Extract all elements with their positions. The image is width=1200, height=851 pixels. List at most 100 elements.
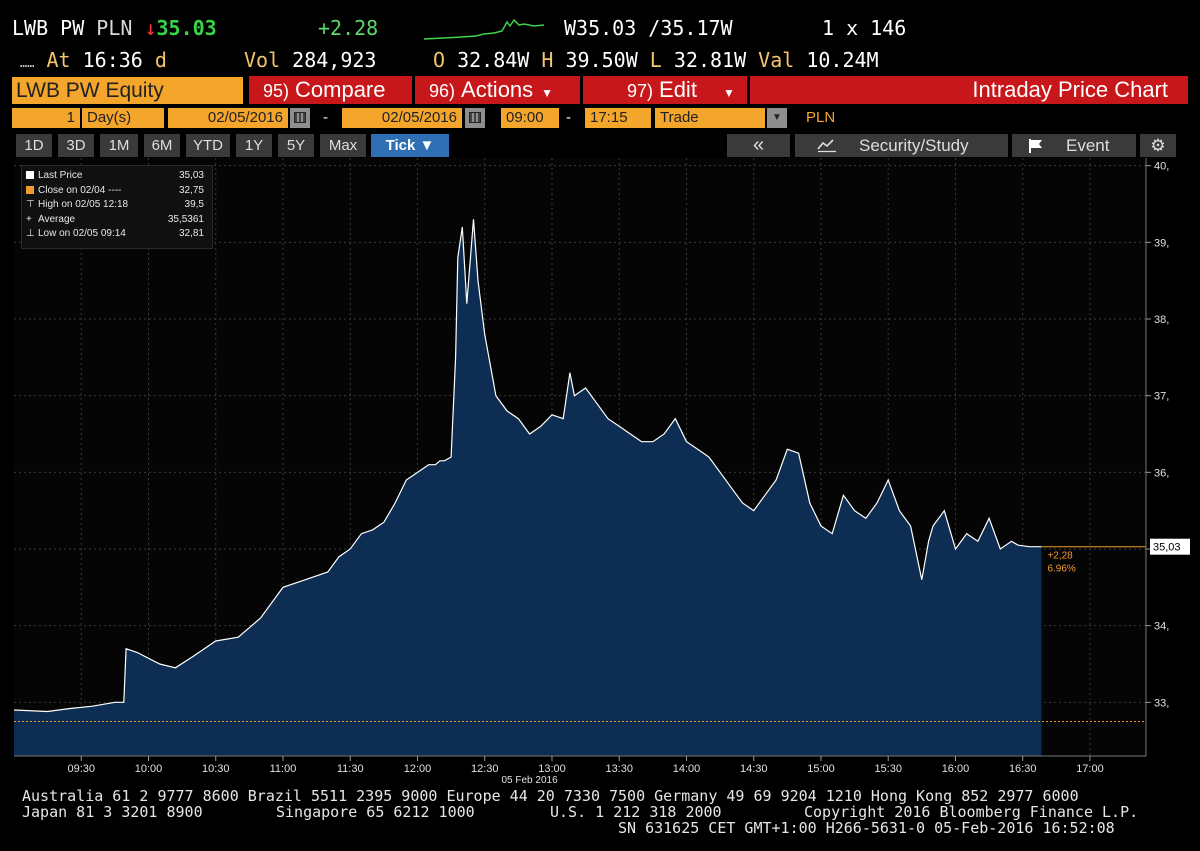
legend-last-price: Last Price 35,03 — [26, 169, 208, 184]
gear-icon: ⚙ — [1150, 136, 1166, 155]
at-label: At — [46, 48, 71, 72]
bid-ask-size: 1 x 146 — [822, 16, 907, 40]
close-swatch-icon — [26, 185, 34, 194]
intraday-price-chart[interactable]: 33,34,35,36,37,38,39,40, 09:3010:0010:30… — [0, 158, 1200, 790]
legend-close: Close on 02/04 ---- 32,75 — [26, 184, 208, 199]
start-calendar-icon[interactable] — [290, 108, 310, 128]
settings-button[interactable]: ⚙ — [1140, 134, 1176, 157]
range-5y-button[interactable]: 5Y — [278, 134, 314, 157]
legend-value: 32,81 — [178, 228, 204, 239]
x-tick-label: 16:30 — [1009, 763, 1037, 775]
event-type-field[interactable]: Trade — [655, 108, 765, 128]
x-tick-label: 11:30 — [337, 763, 364, 775]
actions-label: Actions — [461, 77, 534, 102]
legend-label: Last Price — [38, 170, 83, 181]
x-tick-label: 11:00 — [270, 763, 297, 775]
edit-num: 97) — [627, 81, 654, 101]
x-tick-label: 12:00 — [404, 763, 432, 775]
change-pct-label: 6.96% — [1047, 564, 1075, 575]
y-tick-label: 37, — [1154, 391, 1169, 403]
legend-high: ⊤ High on 02/05 12:18 39,5 — [26, 198, 208, 213]
x-tick-label: 13:30 — [605, 763, 633, 775]
x-tick-label: 14:00 — [673, 763, 701, 775]
x-tick-label: 13:00 — [538, 763, 566, 775]
vol-label: Vol — [244, 48, 281, 72]
range-1d-button[interactable]: 1D — [16, 134, 52, 157]
x-tick-label: 15:30 — [874, 763, 902, 775]
low-label: L — [649, 48, 662, 72]
average-marker-icon: + — [26, 213, 32, 225]
currency-label: PLN — [806, 109, 836, 126]
event-button[interactable]: Event — [1012, 134, 1136, 157]
x-tick-label: 10:30 — [202, 763, 230, 775]
actions-dropdown-icon: ▼ — [541, 86, 554, 100]
high-label: H — [541, 48, 554, 72]
x-tick-label: 12:30 — [471, 763, 499, 775]
edit-button[interactable]: 97) Edit ▼ — [583, 76, 747, 104]
legend-label: Average — [38, 213, 76, 225]
chart-title-bar: Intraday Price Chart — [750, 76, 1188, 104]
security-study-label: Security/Study — [859, 136, 969, 155]
y-tick-label: 34, — [1154, 621, 1169, 633]
end-date-field[interactable]: 02/05/2016 — [342, 108, 462, 128]
security-field[interactable]: LWB PW Equity — [12, 77, 243, 104]
edit-label: Edit — [659, 77, 697, 102]
last-price-swatch-icon — [26, 171, 34, 179]
footer-japan: Japan 81 3 3201 8900 — [22, 803, 203, 821]
end-calendar-icon[interactable] — [465, 108, 485, 128]
x-tick-label: 17:00 — [1076, 763, 1104, 775]
start-time-field[interactable]: 09:00 — [501, 108, 559, 128]
low-marker-icon: ⊥ — [26, 228, 35, 239]
high-marker-icon: ⊤ — [26, 199, 35, 210]
range-3d-button[interactable]: 3D — [58, 134, 94, 157]
event-label: Event — [1066, 136, 1110, 155]
end-time-field[interactable]: 17:15 — [585, 108, 651, 128]
back-button[interactable]: « — [727, 134, 790, 157]
down-arrow-icon: ↓ — [144, 16, 157, 40]
quote-line-2: …… At 16:36 d — [20, 48, 167, 75]
volume-block: Vol 284,923 — [244, 48, 376, 72]
last-price-label: 35,03 — [1153, 542, 1181, 554]
change-label: +2,28 — [1047, 551, 1073, 562]
legend-label: Low on 02/05 09:14 — [38, 228, 126, 239]
quote-ticker: LWB PW — [12, 16, 85, 40]
legend-low: ⊥ Low on 02/05 09:14 32,81 — [26, 227, 208, 242]
chart-legend[interactable]: Last Price 35,03 Close on 02/04 ---- 32,… — [21, 165, 213, 249]
start-date-field[interactable]: 02/05/2016 — [168, 108, 288, 128]
open-label: O — [433, 48, 446, 72]
range-tick-button[interactable]: Tick ▼ — [371, 134, 449, 157]
val-label: Val — [758, 48, 795, 72]
period-count-field[interactable]: 1 — [12, 108, 80, 128]
turnover-value: 10.24M — [806, 48, 879, 72]
event-type-dropdown-icon[interactable]: ▼ — [767, 108, 787, 128]
range-6m-button[interactable]: 6M — [144, 134, 180, 157]
footer-session: SN 631625 CET GMT+1:00 H266-5631-0 05-Fe… — [618, 819, 1115, 837]
at-flag: d — [154, 48, 167, 72]
chart-title: Intraday Price Chart — [972, 77, 1168, 102]
bid-ask: W35.03 /35.17W — [564, 16, 733, 40]
flag-icon — [1029, 139, 1042, 153]
quote-currency: PLN — [96, 16, 133, 40]
range-1m-button[interactable]: 1M — [100, 134, 138, 157]
period-unit-field[interactable]: Day(s) — [82, 108, 164, 128]
date-dash: - — [323, 109, 328, 126]
security-study-button[interactable]: Security/Study — [795, 134, 1008, 157]
range-ytd-button[interactable]: YTD — [186, 134, 230, 157]
compare-label: Compare — [295, 77, 386, 102]
footer-singapore: Singapore 65 6212 1000 — [276, 803, 475, 821]
footer-us: U.S. 1 212 318 2000 — [550, 803, 722, 821]
compare-num: 95) — [263, 81, 290, 101]
actions-button[interactable]: 96) Actions ▼ — [415, 76, 580, 104]
x-tick-label: 09:30 — [67, 763, 95, 775]
compare-button[interactable]: 95) Compare — [249, 76, 412, 104]
footer-line-1: Australia 61 2 9777 8600 Brazil 5511 239… — [22, 787, 1079, 805]
range-1y-button[interactable]: 1Y — [236, 134, 272, 157]
quote-line-1: LWB PW PLN ↓35.03 — [12, 16, 217, 40]
x-tick-label: 15:00 — [807, 763, 835, 775]
range-max-button[interactable]: Max — [320, 134, 366, 157]
last-price: 35.03 — [156, 16, 217, 40]
footer-copyright: Copyright 2016 Bloomberg Finance L.P. — [804, 803, 1139, 821]
legend-average: + Average 35,5361 — [26, 213, 208, 228]
x-axis-date-label: 05 Feb 2016 — [501, 775, 558, 786]
sparkline-icon — [424, 18, 544, 40]
